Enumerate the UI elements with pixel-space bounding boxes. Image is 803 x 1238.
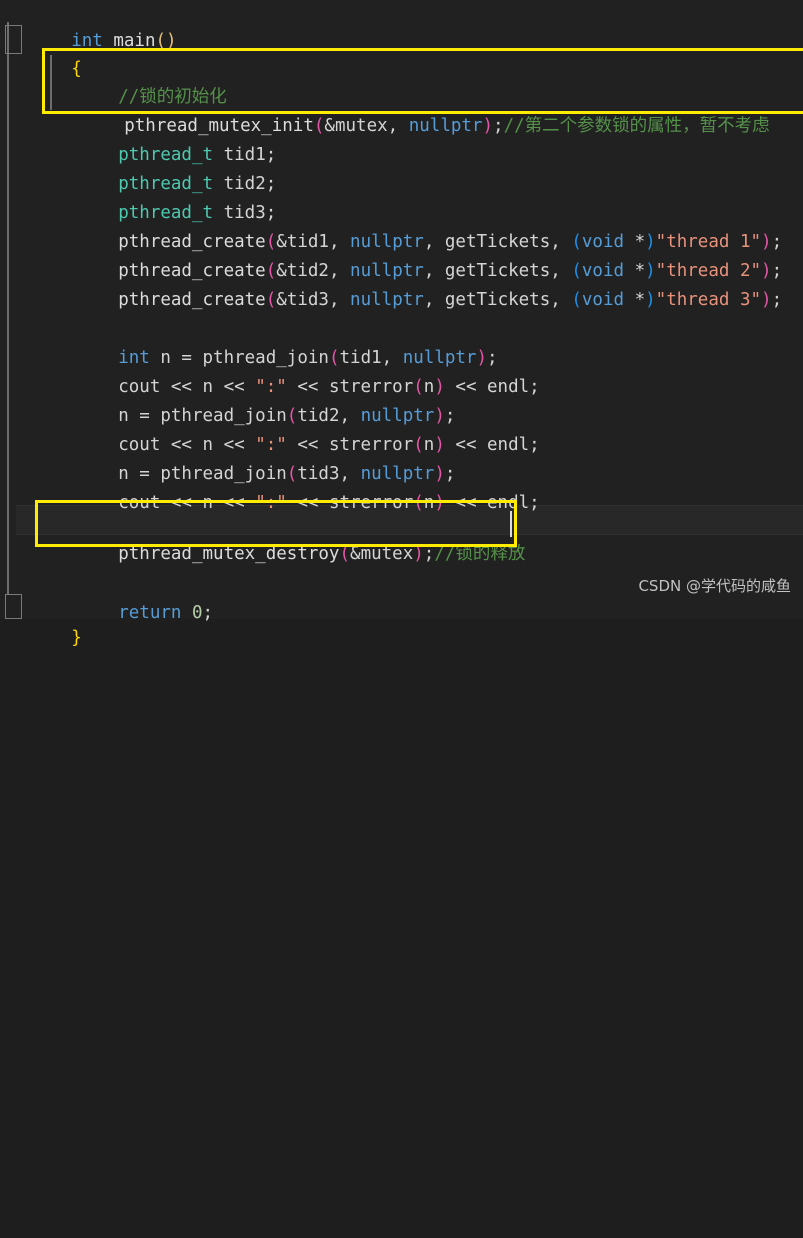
code-line-10[interactable]: pthread_create(&tid3, nullptr, getTicket… <box>0 257 803 310</box>
code-line-6[interactable]: pthread_t tid2; <box>0 141 803 194</box>
text-caret <box>510 511 512 537</box>
code-editor[interactable]: int main() { //锁的初始化 pthread_mutex_init(… <box>0 0 803 648</box>
code-line-4[interactable]: pthread_mutex_init(&mutex, nullptr);//第二… <box>0 83 803 136</box>
code-line-7[interactable]: pthread_t tid3; <box>0 170 803 223</box>
code-line-9[interactable]: pthread_create(&tid2, nullptr, getTicket… <box>0 228 803 281</box>
code-line-16[interactable]: n = pthread_join(tid3, nullptr); <box>0 431 803 484</box>
code-line-11-blank[interactable] <box>0 286 803 315</box>
close-brace: } <box>71 627 82 648</box>
code-line-2[interactable]: { <box>0 26 803 79</box>
code-line-5[interactable]: pthread_t tid1; <box>0 112 803 165</box>
code-line-14[interactable]: n = pthread_join(tid2, nullptr); <box>0 373 803 426</box>
code-line-3[interactable]: //锁的初始化 <box>0 54 803 107</box>
code-line-15[interactable]: cout << n << ":" << strerror(n) << endl; <box>0 402 803 455</box>
code-line-12[interactable]: int n = pthread_join(tid1, nullptr); <box>0 315 803 368</box>
code-line-13[interactable]: cout << n << ":" << strerror(n) << endl; <box>0 344 803 397</box>
matched-brace-box-close <box>5 594 22 619</box>
matched-brace-box-open <box>5 25 22 54</box>
code-line-8[interactable]: pthread_create(&tid1, nullptr, getTicket… <box>0 199 803 252</box>
csdn-watermark: CSDN @学代码的咸鱼 <box>638 577 791 596</box>
code-line-19[interactable]: pthread_mutex_destroy(&mutex);//锁的释放 <box>0 511 803 564</box>
code-line-17[interactable]: cout << n << ":" << strerror(n) << endl; <box>0 460 803 513</box>
code-line-1[interactable]: int main() <box>0 0 803 51</box>
